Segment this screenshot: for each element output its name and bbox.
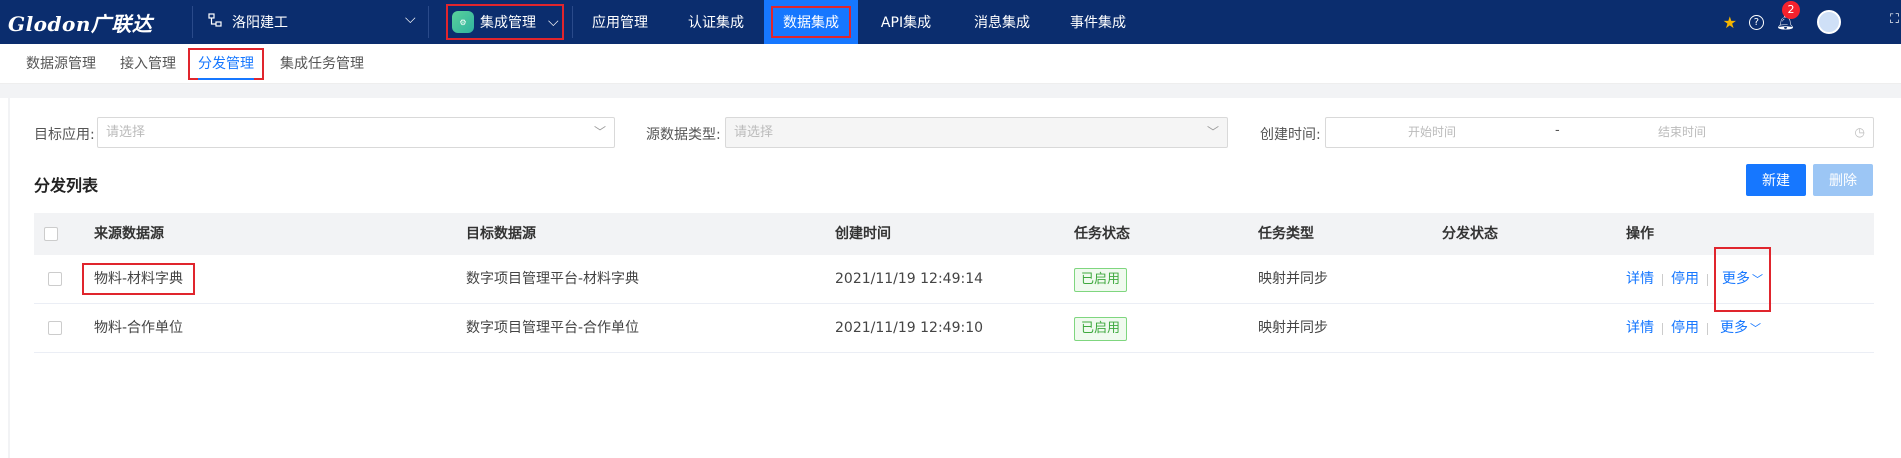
- disable-link[interactable]: 停用: [1671, 304, 1699, 353]
- org-tree-icon: [208, 13, 222, 31]
- col-source: 来源数据源: [94, 226, 164, 242]
- task-type-cell: 映射并同步: [1258, 320, 1328, 336]
- tab-datasource-management[interactable]: 数据源管理: [26, 44, 96, 84]
- row-actions: 详情 停用 更多 ﹀: [1626, 304, 1761, 353]
- tab-distribution-management[interactable]: 分发管理: [188, 44, 264, 84]
- chevron-down-icon: ﹀: [1750, 322, 1761, 335]
- app-switcher[interactable]: ⚙ 集成管理 ⌵: [446, 4, 564, 40]
- notification-badge: 2: [1781, 1, 1800, 19]
- divider: [1662, 273, 1663, 286]
- select-all-checkbox[interactable]: [44, 227, 58, 241]
- source-cell: 物料-合作单位: [94, 320, 184, 336]
- chevron-down-icon: ﹀: [1752, 273, 1763, 286]
- divider: [428, 6, 429, 38]
- content-separator: [0, 84, 1901, 98]
- org-selector[interactable]: 洛阳建工: [208, 0, 288, 44]
- chevron-down-icon[interactable]: ⌵: [405, 11, 416, 27]
- col-task-type: 任务类型: [1258, 226, 1314, 242]
- detail-link[interactable]: 详情: [1626, 304, 1654, 353]
- source-type-select[interactable]: 请选择 ﹀: [725, 117, 1228, 148]
- app-icon: ⚙: [452, 11, 474, 33]
- sub-tabs: 数据源管理 接入管理 分发管理 集成任务管理: [0, 44, 1901, 84]
- filter-created-time-label: 创建时间:: [1260, 127, 1321, 143]
- nav-auth-integration[interactable]: 认证集成: [668, 0, 764, 44]
- status-badge: 已启用: [1074, 268, 1128, 292]
- task-type-cell: 映射并同步: [1258, 271, 1328, 287]
- disable-link[interactable]: 停用: [1671, 255, 1699, 304]
- col-task-status: 任务状态: [1074, 226, 1130, 242]
- nav-event-integration[interactable]: 事件集成: [1050, 0, 1146, 44]
- table-row: 物料-合作单位 数字项目管理平台-合作单位 2021/11/19 12:49:1…: [34, 304, 1874, 353]
- source-cell: 物料-材料字典: [82, 263, 196, 295]
- top-right-tools: ★ ? 🔔︎ 2: [1723, 0, 1841, 44]
- avatar[interactable]: [1817, 10, 1841, 34]
- active-tab-underline: [198, 78, 254, 80]
- start-time-input[interactable]: 开始时间: [1408, 118, 1456, 147]
- top-nav: 应用管理 认证集成 数据集成 API集成 消息集成 事件集成: [572, 0, 1146, 44]
- divider: [192, 6, 193, 38]
- range-separator: -: [1555, 123, 1560, 138]
- star-icon[interactable]: ★: [1723, 13, 1737, 32]
- filter-source-type-label: 源数据类型:: [646, 127, 721, 143]
- col-created: 创建时间: [835, 226, 891, 242]
- row-checkbox[interactable]: [48, 272, 62, 286]
- nav-app-management[interactable]: 应用管理: [572, 0, 668, 44]
- created-cell: 2021/11/19 12:49:10: [835, 320, 984, 336]
- created-cell: 2021/11/19 12:49:14: [835, 271, 984, 287]
- org-name: 洛阳建工: [232, 15, 288, 31]
- chevron-down-icon: ﹀: [1206, 125, 1219, 139]
- chevron-down-icon: ﹀: [593, 125, 606, 139]
- target-cell: 数字项目管理平台-合作单位: [466, 320, 640, 336]
- table-header: 来源数据源 目标数据源 创建时间 任务状态 任务类型 分发状态 操作: [34, 213, 1874, 255]
- fullscreen-icon[interactable]: ⛶: [1890, 12, 1899, 27]
- nav-api-integration[interactable]: API集成: [858, 0, 954, 44]
- target-cell: 数字项目管理平台-材料字典: [466, 271, 640, 287]
- delete-button[interactable]: 删除: [1813, 164, 1873, 196]
- divider: [1662, 322, 1663, 335]
- row-checkbox[interactable]: [48, 321, 62, 335]
- list-title: 分发列表: [34, 176, 99, 195]
- col-actions: 操作: [1626, 226, 1654, 242]
- chevron-down-icon: ⌵: [548, 14, 559, 30]
- detail-link[interactable]: 详情: [1626, 255, 1654, 304]
- row-actions: 详情 停用 更多 ﹀: [1626, 247, 1771, 312]
- bell-icon[interactable]: 🔔︎ 2: [1776, 1, 1800, 31]
- target-app-select[interactable]: 请选择 ﹀: [97, 117, 615, 148]
- status-badge: 已启用: [1074, 317, 1128, 341]
- more-dropdown[interactable]: 更多 ﹀: [1716, 304, 1761, 353]
- more-dropdown[interactable]: 更多 ﹀: [1714, 247, 1771, 312]
- end-time-input[interactable]: 结束时间: [1658, 118, 1706, 147]
- brand-logo[interactable]: Glodon广联达: [8, 8, 152, 37]
- new-button[interactable]: 新建: [1746, 164, 1806, 196]
- nav-data-integration[interactable]: 数据集成: [764, 0, 858, 44]
- content-border: [8, 98, 10, 458]
- tab-integration-task-management[interactable]: 集成任务管理: [280, 44, 364, 84]
- clock-icon: ◷: [1854, 125, 1865, 139]
- nav-message-integration[interactable]: 消息集成: [954, 0, 1050, 44]
- divider: [1707, 273, 1708, 286]
- divider: [1707, 322, 1708, 335]
- created-time-range[interactable]: 开始时间 - 结束时间 ◷: [1325, 117, 1874, 148]
- tab-access-management[interactable]: 接入管理: [120, 44, 176, 84]
- app-switcher-label: 集成管理: [480, 15, 536, 31]
- filter-target-app-label: 目标应用:: [34, 127, 95, 143]
- top-bar: Glodon广联达 洛阳建工 ⌵ ⚙ 集成管理 ⌵ 应用管理 认证集成 数据集成…: [0, 0, 1901, 44]
- table-row: 物料-材料字典 数字项目管理平台-材料字典 2021/11/19 12:49:1…: [34, 247, 1874, 312]
- col-dist-status: 分发状态: [1442, 226, 1498, 242]
- col-target: 目标数据源: [466, 226, 536, 242]
- help-icon[interactable]: ?: [1748, 14, 1764, 30]
